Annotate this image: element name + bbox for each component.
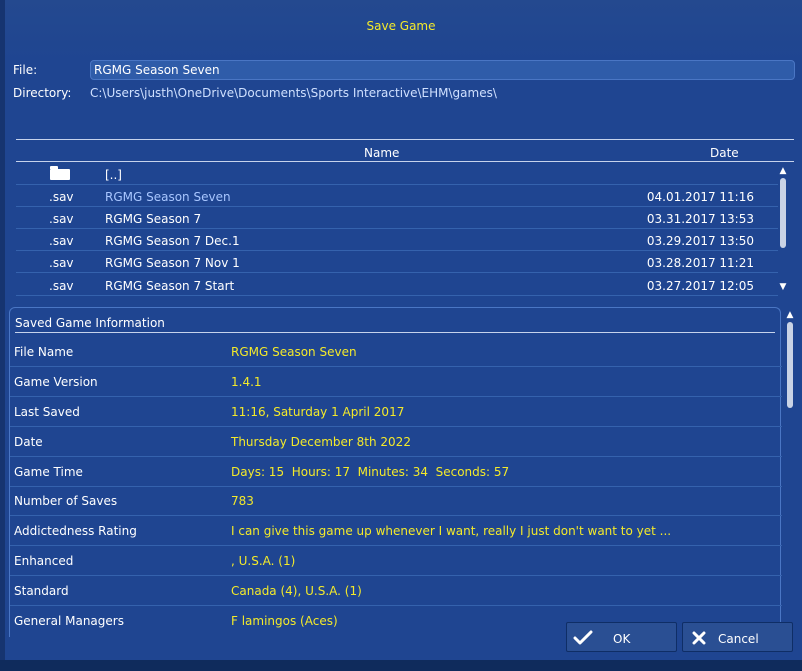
info-value: , U.S.A. (1) — [231, 554, 296, 568]
file-extension: .sav — [49, 256, 74, 270]
info-row: Enhanced , U.S.A. (1) — [10, 546, 782, 576]
file-list-scroll-thumb[interactable] — [780, 178, 786, 248]
file-extension: .sav — [49, 212, 74, 226]
info-key: Game Version — [14, 375, 98, 389]
saved-game-info-panel: Saved Game Information File Name RGMG Se… — [9, 307, 782, 637]
info-value: 783 — [231, 494, 254, 508]
ok-button[interactable]: OK — [566, 622, 677, 652]
file-name: RGMG Season Seven — [105, 190, 231, 204]
info-panel-scrollbar[interactable]: ▲ — [785, 310, 795, 632]
cancel-button[interactable]: Cancel — [682, 622, 793, 652]
info-row: Last Saved 11:16, Saturday 1 April 2017 — [10, 397, 782, 427]
info-row: Standard Canada (4), U.S.A. (1) — [10, 576, 782, 606]
file-name: RGMG Season 7 Dec.1 — [105, 234, 240, 248]
info-panel-scroll-thumb[interactable] — [787, 322, 793, 408]
list-item[interactable]: .sav RGMG Season 7 Dec.1 03.29.2017 13:5… — [16, 229, 778, 251]
info-key: Game Time — [14, 465, 83, 479]
dialog-title: Save Game — [366, 19, 436, 33]
checkmark-icon — [573, 630, 593, 645]
scroll-down-arrow-icon[interactable]: ▼ — [778, 282, 788, 292]
info-value: I can give this game up whenever I want,… — [231, 524, 672, 538]
list-item[interactable]: .sav RGMG Season 7 Start 03.27.2017 12:0… — [16, 274, 778, 296]
scroll-up-arrow-icon[interactable]: ▲ — [785, 310, 795, 320]
info-key: File Name — [14, 345, 74, 359]
info-row: Number of Saves 783 — [10, 486, 782, 516]
file-date: 03.29.2017 13:50 — [646, 234, 754, 248]
directory-path: C:\Users\justh\OneDrive\Documents\Sports… — [90, 86, 497, 100]
file-name: RGMG Season 7 — [105, 212, 202, 226]
column-header-date[interactable]: Date — [710, 146, 739, 160]
info-value: Days: 15 Hours: 17 Minutes: 34 Seconds: … — [231, 465, 510, 479]
file-date: 03.28.2017 11:21 — [646, 256, 754, 270]
info-value: RGMG Season Seven — [231, 345, 357, 359]
file-date: 03.27.2017 12:05 — [646, 279, 754, 293]
scroll-up-arrow-icon[interactable]: ▲ — [778, 166, 788, 176]
info-value: F lamingos (Aces) — [231, 614, 338, 628]
info-key: Enhanced — [14, 554, 74, 568]
list-item-parent-folder[interactable]: [..] — [16, 163, 778, 185]
info-row: Game Time Days: 15 Hours: 17 Minutes: 34… — [10, 457, 782, 487]
info-value: 11:16, Saturday 1 April 2017 — [231, 405, 405, 419]
parent-folder-label: [..] — [105, 168, 122, 182]
info-row: Date Thursday December 8th 2022 — [10, 427, 782, 457]
file-name-input[interactable] — [90, 60, 795, 80]
file-name: RGMG Season 7 Start — [105, 279, 235, 293]
column-header-name[interactable]: Name — [364, 146, 399, 160]
file-extension: .sav — [49, 234, 74, 248]
info-key: Standard — [14, 584, 69, 598]
info-row: Game Version 1.4.1 — [10, 367, 782, 397]
left-edge — [0, 0, 5, 671]
close-icon — [692, 631, 706, 645]
info-value: Canada (4), U.S.A. (1) — [231, 584, 362, 598]
info-key: General Managers — [14, 614, 124, 628]
file-extension: .sav — [49, 279, 74, 293]
ok-button-label: OK — [613, 632, 631, 646]
list-item[interactable]: .sav RGMG Season 7 Nov 1 03.28.2017 11:2… — [16, 251, 778, 273]
folder-icon — [50, 166, 70, 180]
list-item[interactable]: .sav RGMG Season Seven 04.01.2017 11:16 — [16, 185, 778, 207]
file-extension: .sav — [49, 190, 74, 204]
file-list-scrollbar[interactable]: ▲ ▼ — [778, 166, 788, 292]
info-key: Last Saved — [14, 405, 80, 419]
list-item[interactable]: .sav RGMG Season 7 03.31.2017 13:53 — [16, 207, 778, 229]
file-label: File: — [13, 63, 38, 77]
background-strip — [0, 660, 802, 671]
file-date: 03.31.2017 13:53 — [646, 212, 754, 226]
info-row: File Name RGMG Season Seven — [10, 337, 782, 367]
file-date: 04.01.2017 11:16 — [646, 190, 754, 204]
info-value: Thursday December 8th 2022 — [231, 435, 411, 449]
info-row: Addictedness Rating I can give this game… — [10, 516, 782, 546]
file-name: RGMG Season 7 Nov 1 — [105, 256, 240, 270]
file-list: Name Date [..] .sav RGMG Season Seven 04… — [16, 139, 794, 297]
cancel-button-label: Cancel — [718, 632, 759, 646]
info-key: Date — [14, 435, 43, 449]
save-game-dialog: Save Game File: Directory: C:\Users\just… — [0, 0, 802, 671]
info-key: Addictedness Rating — [14, 524, 137, 538]
file-list-header: Name Date — [16, 140, 794, 162]
directory-label: Directory: — [13, 86, 72, 100]
info-panel-title: Saved Game Information — [15, 316, 775, 333]
info-key: Number of Saves — [14, 494, 118, 508]
info-value: 1.4.1 — [231, 375, 262, 389]
